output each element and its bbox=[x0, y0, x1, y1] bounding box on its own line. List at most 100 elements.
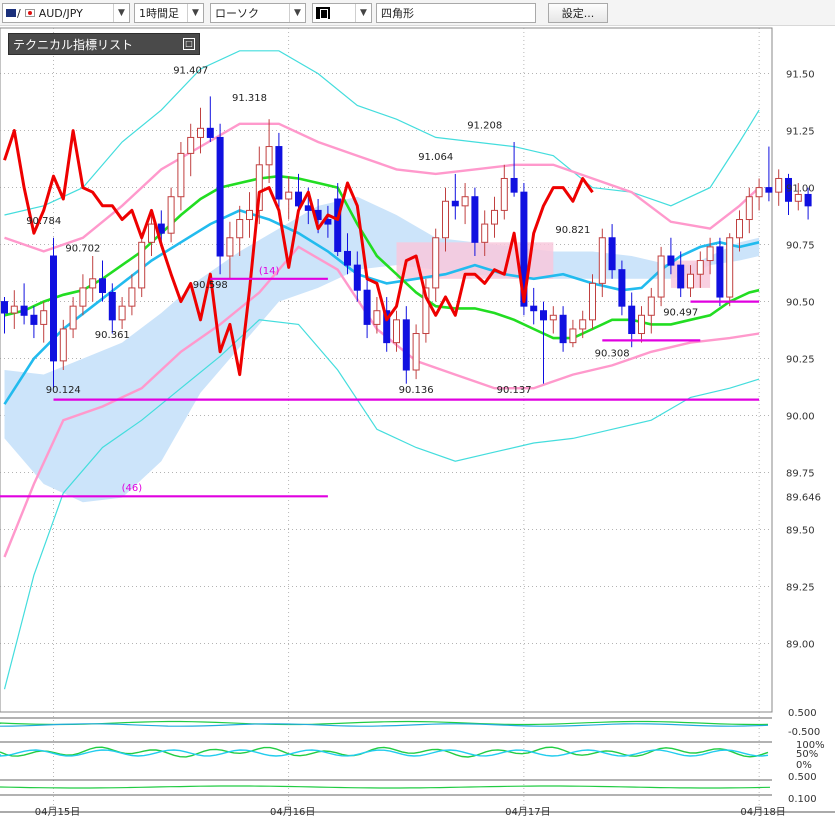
y-tick-label: 89.50 bbox=[786, 526, 815, 537]
candle-body bbox=[765, 187, 773, 193]
price-chart[interactable]: 91.407 91.318 91.208 91.064 90.784 90.702 90.8… bbox=[0, 0, 835, 820]
y-tick-label: 91.25 bbox=[786, 127, 815, 138]
candle-body bbox=[59, 328, 67, 362]
candle-body bbox=[167, 196, 175, 234]
candle-body bbox=[412, 333, 420, 371]
candle-body bbox=[500, 177, 508, 211]
candle-body bbox=[79, 287, 87, 307]
period-annotation: (14) bbox=[259, 266, 280, 277]
sub-panel-label: 50% bbox=[796, 749, 818, 760]
candle-body bbox=[353, 264, 361, 291]
symbol-select[interactable]: / AUD/JPY ▼ bbox=[2, 3, 130, 23]
oscillator-line bbox=[0, 723, 769, 727]
price-label: 91.064 bbox=[418, 152, 453, 163]
candle-body bbox=[1, 301, 8, 314]
ichimoku-cloud bbox=[4, 196, 760, 503]
color-select[interactable]: ▼ bbox=[312, 3, 372, 23]
candle-body bbox=[363, 289, 371, 325]
period-annotation: (46) bbox=[122, 483, 143, 494]
candle-body bbox=[471, 196, 479, 243]
settings-button[interactable]: 設定... bbox=[548, 3, 608, 23]
candle-body bbox=[677, 264, 685, 289]
candle-body bbox=[304, 205, 312, 211]
price-label: 90.124 bbox=[46, 385, 81, 396]
color-swatch-icon bbox=[316, 7, 330, 19]
candle-body bbox=[775, 177, 783, 193]
candle-body bbox=[608, 237, 616, 271]
sub-panel-label: -0.500 bbox=[788, 727, 820, 738]
candle-body bbox=[344, 250, 351, 266]
y-tick-label: 89.00 bbox=[786, 640, 815, 651]
candle-body bbox=[804, 193, 812, 207]
candle-body bbox=[618, 269, 626, 307]
y-axis: 91.50 91.25 91.00 90.75 90.50 90.25 90.00 89.75… bbox=[786, 70, 821, 651]
candle-body bbox=[236, 219, 244, 239]
candle-body bbox=[442, 200, 449, 239]
candle-body bbox=[432, 237, 440, 289]
candle-body bbox=[402, 319, 410, 371]
price-label: 90.497 bbox=[663, 307, 698, 318]
chevron-down-icon: ▼ bbox=[113, 4, 129, 22]
candle-body bbox=[30, 314, 38, 325]
candle-body bbox=[647, 296, 655, 316]
sub-panel-label: 0.500 bbox=[788, 772, 817, 783]
candle-body bbox=[491, 209, 498, 225]
sub-panel-label: 0.100 bbox=[788, 794, 817, 805]
candle-body bbox=[265, 146, 273, 166]
shape-label: 四角形 bbox=[381, 7, 414, 20]
candle-body bbox=[510, 177, 518, 193]
price-label: 90.598 bbox=[193, 280, 228, 291]
price-label: 90.308 bbox=[595, 348, 630, 359]
cloud-area bbox=[4, 196, 760, 503]
candle-body bbox=[569, 328, 577, 344]
x-tick-label: 04月15日 bbox=[35, 806, 80, 818]
chart-style-label: ローソク bbox=[215, 7, 259, 20]
y-tick-label: 89.25 bbox=[786, 583, 815, 594]
price-label: 90.136 bbox=[399, 385, 434, 396]
candle-body bbox=[108, 291, 116, 321]
y-tick-label: 91.00 bbox=[786, 184, 815, 195]
candle-body bbox=[89, 278, 97, 289]
price-label: 91.208 bbox=[467, 120, 502, 131]
candle-body bbox=[559, 314, 567, 344]
candle-body bbox=[598, 237, 606, 284]
candle-body bbox=[628, 305, 636, 335]
momentum-line bbox=[0, 785, 771, 789]
timeframe-select[interactable]: 1時間足 ▼ bbox=[134, 3, 204, 23]
candle-body bbox=[20, 305, 28, 316]
y-tick-label: 91.50 bbox=[786, 70, 815, 81]
indicator-list-panel[interactable]: テクニカル指標リスト □ bbox=[8, 33, 200, 55]
candle-body bbox=[197, 127, 204, 138]
candle-body bbox=[481, 223, 489, 243]
aud-flag-icon bbox=[6, 9, 16, 17]
candle-body bbox=[373, 310, 381, 325]
panel-toggle-button[interactable]: □ bbox=[183, 38, 195, 50]
candle-body bbox=[285, 191, 293, 200]
chevron-down-icon: ▼ bbox=[289, 4, 305, 22]
candle-body bbox=[755, 187, 763, 198]
y-tick-label: 90.00 bbox=[786, 412, 815, 423]
symbol-label: AUD/JPY bbox=[38, 6, 83, 20]
candle-body bbox=[50, 255, 57, 362]
price-label: 90.784 bbox=[26, 216, 61, 227]
shape-select[interactable]: 四角形 bbox=[376, 3, 536, 23]
indicator-list-title: テクニカル指標リスト bbox=[13, 37, 134, 52]
candle-body bbox=[794, 193, 802, 202]
price-label: 91.318 bbox=[232, 93, 267, 104]
bb-upper-2-line bbox=[4, 50, 760, 216]
jpy-flag-icon bbox=[24, 9, 35, 17]
candle-body bbox=[69, 305, 77, 330]
chevron-down-icon: ▼ bbox=[187, 4, 203, 22]
candle-body bbox=[726, 237, 734, 298]
candle-body bbox=[589, 282, 596, 321]
candle-body bbox=[187, 136, 195, 154]
candle-body bbox=[226, 237, 234, 257]
chart-style-select[interactable]: ローソク ▼ bbox=[210, 3, 306, 23]
y-tick-label: 89.75 bbox=[786, 469, 815, 480]
candle-body bbox=[657, 255, 665, 298]
candle-body bbox=[530, 305, 538, 312]
candle-body bbox=[687, 273, 694, 289]
candle-body bbox=[540, 310, 547, 321]
candle-body bbox=[579, 319, 587, 330]
toolbar: / AUD/JPY ▼ 1時間足 ▼ ローソク ▼ ▼ 四角形 設定... bbox=[0, 0, 835, 26]
